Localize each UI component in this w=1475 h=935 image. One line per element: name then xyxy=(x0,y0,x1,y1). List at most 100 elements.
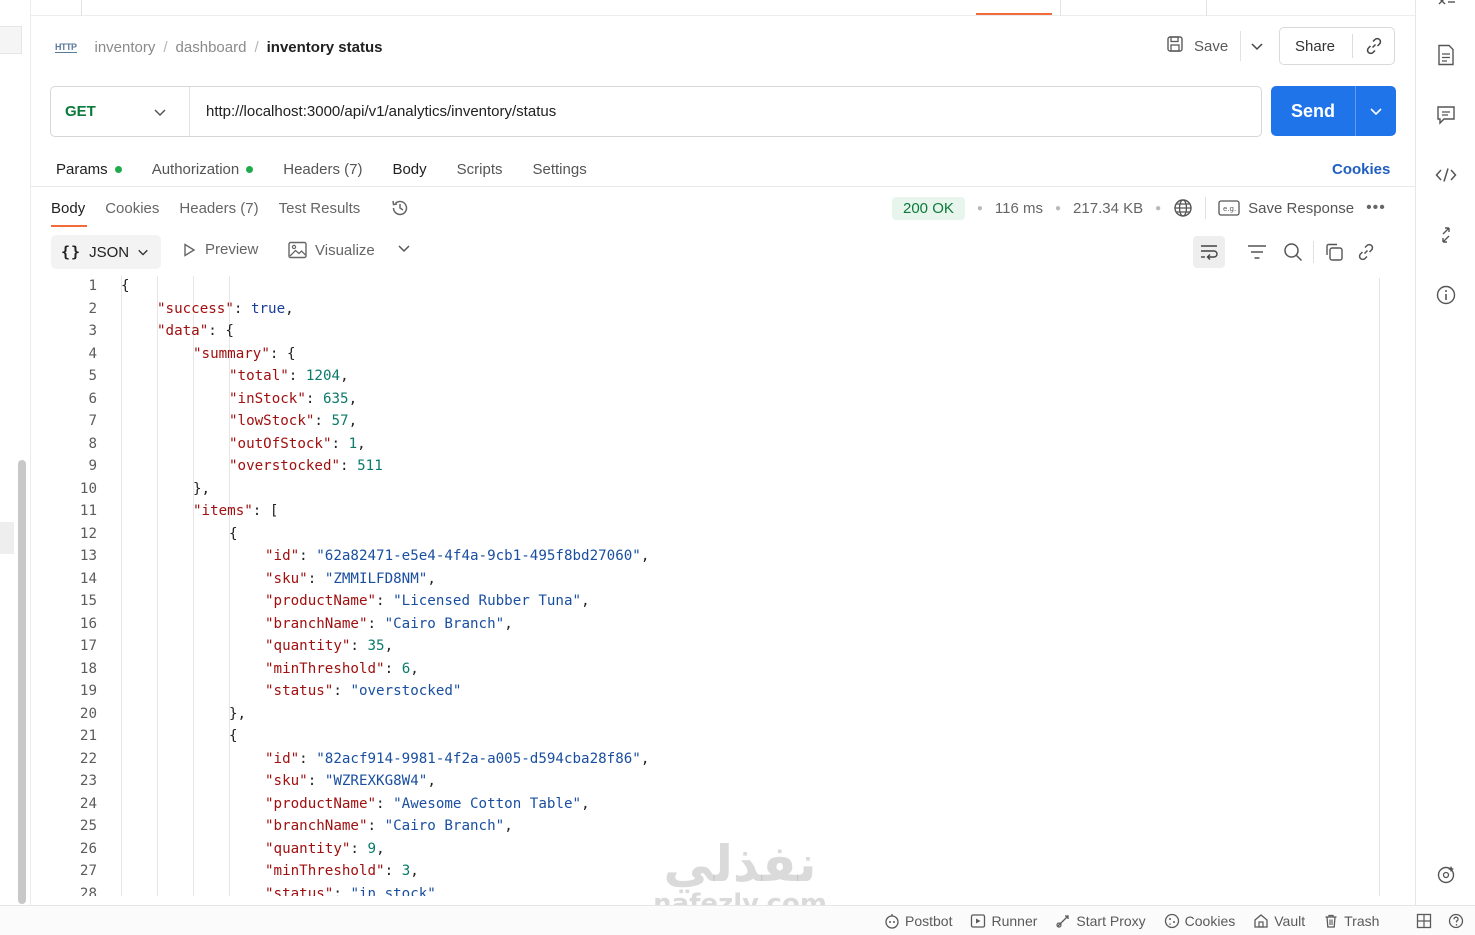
status-badge[interactable]: 200 OK xyxy=(892,196,965,220)
line-number: 24 xyxy=(40,796,97,819)
url-input[interactable]: http://localhost:3000/api/v1/analytics/i… xyxy=(190,103,556,120)
svg-text:e.g.: e.g. xyxy=(1223,205,1236,213)
response-time[interactable]: 116 ms xyxy=(995,200,1043,217)
code-scrollbar-track[interactable] xyxy=(1379,278,1380,896)
related-collections-icon[interactable] xyxy=(1435,224,1457,246)
tab-authorization-label: Authorization xyxy=(151,160,240,178)
chevron-down-icon xyxy=(1370,108,1382,116)
line-number-label: 11 xyxy=(79,503,97,519)
trash-button[interactable]: Trash xyxy=(1323,913,1379,929)
breadcrumb-item-dashboard[interactable]: dashboard xyxy=(176,39,247,56)
share-group: Share xyxy=(1279,27,1395,65)
code-snippet-icon[interactable] xyxy=(1435,164,1457,186)
response-tab-body[interactable]: Body xyxy=(51,200,85,217)
code-line: "sku": "ZMMILFD8NM", xyxy=(265,570,436,587)
response-tabs: Body Cookies Headers (7) Test Results xyxy=(51,197,410,219)
line-number: 25 xyxy=(40,818,97,841)
code-line: "id": "62a82471-e5e4-4f4a-9cb1-495f8bd27… xyxy=(265,548,650,564)
chevron-down-icon xyxy=(1251,43,1263,51)
start-proxy-label: Start Proxy xyxy=(1076,913,1146,929)
line-number-label: 9 xyxy=(88,458,97,474)
chevron-down-icon xyxy=(154,108,166,116)
visualize-label: Visualize xyxy=(315,241,375,259)
globe-icon[interactable] xyxy=(1173,198,1193,218)
filter-icon xyxy=(1248,245,1266,259)
visualize-dropdown[interactable] xyxy=(397,241,411,255)
save-icon xyxy=(1166,35,1184,57)
code-line: "sku": "WZREXKG8W4", xyxy=(265,773,436,789)
tab-scripts[interactable]: Scripts xyxy=(457,161,503,178)
cookies-button[interactable]: Cookies xyxy=(1164,913,1235,929)
filter-button[interactable] xyxy=(1241,236,1273,268)
postbot-button[interactable]: Postbot xyxy=(884,913,952,929)
bullet-separator: ● xyxy=(976,202,983,214)
format-label: JSON xyxy=(89,243,130,261)
tab-params[interactable]: Params xyxy=(56,161,122,178)
start-proxy-button[interactable]: Start Proxy xyxy=(1055,913,1146,929)
response-tab-headers[interactable]: Headers (7) xyxy=(179,200,258,217)
collapsed-panel-handle[interactable] xyxy=(0,522,14,554)
save-response-button[interactable]: e.g. Save Response xyxy=(1218,200,1354,217)
line-number-label: 4 xyxy=(88,345,97,362)
response-tab-cookies[interactable]: Cookies xyxy=(105,200,159,217)
vault-button[interactable]: Vault xyxy=(1253,913,1305,929)
response-tab-test-results[interactable]: Test Results xyxy=(279,200,361,217)
tab-authorization[interactable]: Authorization xyxy=(152,161,254,178)
tab-body[interactable]: Body xyxy=(392,161,426,178)
left-scrollbar[interactable] xyxy=(18,460,26,904)
code-line: "branchName": "Cairo Branch", xyxy=(265,615,513,632)
line-number: 15 xyxy=(40,593,97,616)
response-size[interactable]: 217.34 KB xyxy=(1073,200,1143,217)
tab-headers[interactable]: Headers (7) xyxy=(283,161,362,178)
method-select[interactable]: GET xyxy=(51,87,190,136)
save-button[interactable]: Save xyxy=(1166,35,1238,57)
code-line: "data": { xyxy=(157,323,234,339)
code-line: "quantity": 35, xyxy=(265,638,394,654)
line-number: 4 xyxy=(40,346,97,369)
link-button[interactable] xyxy=(1350,236,1382,268)
comments-icon[interactable] xyxy=(1435,104,1457,126)
search-button[interactable] xyxy=(1277,236,1309,268)
breadcrumb-item-inventory[interactable]: inventory xyxy=(95,39,156,56)
response-body-viewer[interactable]: 1 2 3 4 5 6 7 8 9 10 11 12 13 14 15 16 17 18 19 20 21 22 23 24 2… xyxy=(40,276,1380,896)
wrap-lines-button[interactable] xyxy=(1193,236,1225,268)
send-options-dropdown[interactable] xyxy=(1356,104,1396,118)
code-line: }, xyxy=(193,480,211,497)
info-icon[interactable] xyxy=(1435,284,1457,306)
line-number: 26 xyxy=(40,841,97,864)
settings-sparkle-icon[interactable] xyxy=(1435,864,1457,886)
layout-icon[interactable] xyxy=(1416,913,1432,929)
variables-icon[interactable] xyxy=(1435,0,1457,14)
copy-button[interactable] xyxy=(1318,236,1350,268)
http-request-icon: HTTP xyxy=(55,41,77,53)
history-icon[interactable] xyxy=(390,198,410,218)
save-options-dropdown[interactable] xyxy=(1243,39,1271,53)
documentation-icon[interactable] xyxy=(1435,44,1457,66)
line-number-label: 14 xyxy=(79,570,97,587)
collapsed-panel-tab[interactable] xyxy=(0,26,22,54)
share-button[interactable]: Share xyxy=(1280,38,1352,55)
send-button[interactable]: Send xyxy=(1271,101,1355,122)
code-line: { xyxy=(121,278,130,294)
preview-button[interactable]: Preview xyxy=(181,241,258,258)
copy-link-button[interactable] xyxy=(1353,37,1394,55)
tab-settings[interactable]: Settings xyxy=(533,161,587,178)
line-number: 2 xyxy=(40,301,97,324)
cookies-link[interactable]: Cookies xyxy=(1332,161,1390,178)
runner-icon xyxy=(971,914,986,928)
help-icon[interactable] xyxy=(1448,913,1464,929)
more-options-icon[interactable]: ••• xyxy=(1366,199,1386,217)
line-number: 22 xyxy=(40,751,97,774)
request-title[interactable]: inventory status xyxy=(267,39,383,56)
line-number-label: 19 xyxy=(79,683,97,699)
visualize-button[interactable]: Visualize xyxy=(288,241,375,259)
divider xyxy=(1313,241,1314,263)
runner-button[interactable]: Runner xyxy=(970,913,1037,929)
code-line: "outOfStock": 1, xyxy=(229,435,366,452)
proxy-icon xyxy=(1056,915,1070,928)
status-bar-right xyxy=(1416,913,1464,929)
code-line: "minThreshold": 3, xyxy=(265,863,419,879)
active-dot-icon xyxy=(114,165,122,173)
format-select[interactable]: {} JSON xyxy=(51,235,161,269)
line-number: 16 xyxy=(40,616,97,639)
